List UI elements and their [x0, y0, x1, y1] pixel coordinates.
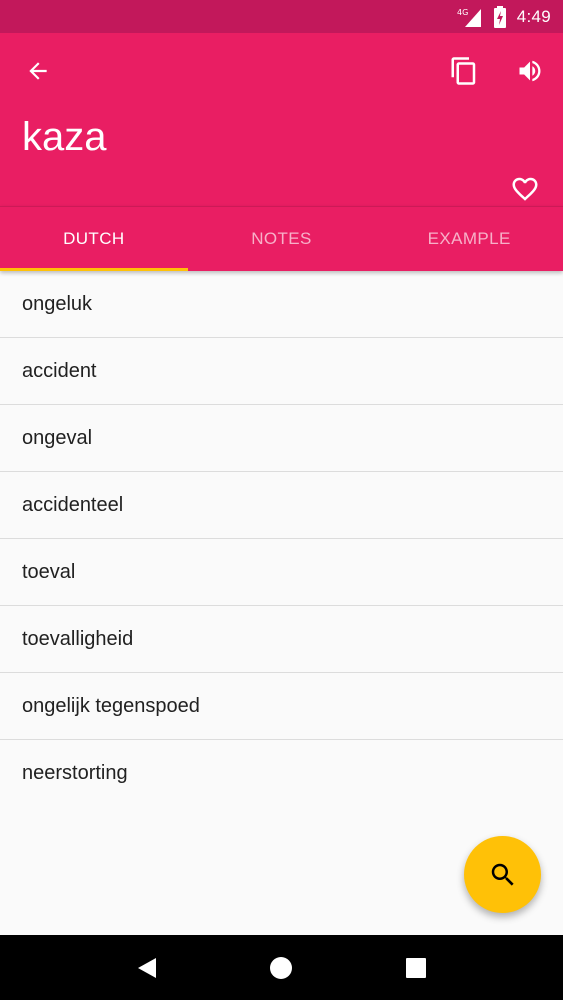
copy-button[interactable]	[446, 53, 482, 89]
list-item[interactable]: accidenteel	[0, 472, 563, 539]
back-button[interactable]	[20, 53, 56, 89]
tab-dutch[interactable]: DUTCH	[0, 207, 188, 271]
svg-text:4G: 4G	[457, 8, 468, 17]
signal-icon: 4G	[457, 6, 483, 28]
system-nav-bar	[0, 935, 563, 1000]
list-item[interactable]: ongeluk	[0, 271, 563, 338]
search-icon	[491, 863, 514, 886]
back-arrow-icon	[29, 62, 47, 80]
status-bar: 4G 4:49	[0, 0, 563, 33]
nav-home-button[interactable]	[261, 948, 301, 988]
nav-recents-button[interactable]	[396, 948, 436, 988]
list-item[interactable]: accident	[0, 338, 563, 405]
tab-label: DUTCH	[63, 229, 125, 248]
favorite-button[interactable]	[507, 171, 543, 207]
tab-example[interactable]: EXAMPLE	[375, 207, 563, 271]
list-item[interactable]: ongeval	[0, 405, 563, 472]
app-bar: kaza	[0, 33, 563, 206]
circle-home-icon	[270, 956, 293, 979]
tab-label: EXAMPLE	[427, 229, 511, 248]
list-item[interactable]: toeval	[0, 539, 563, 606]
heart-outline-icon	[512, 177, 538, 201]
volume-icon	[519, 60, 541, 82]
tab-label: NOTES	[251, 229, 312, 248]
square-recents-icon	[405, 957, 426, 978]
search-fab[interactable]	[464, 836, 541, 913]
tab-indicator	[0, 268, 188, 271]
battery-charging-icon	[493, 5, 507, 28]
triangle-back-icon	[138, 957, 157, 978]
copy-icon	[451, 57, 476, 85]
translation-list: ongeluk accident ongeval accidenteel toe…	[0, 271, 563, 807]
list-item[interactable]: toevalligheid	[0, 606, 563, 673]
word-title: kaza	[22, 115, 107, 159]
nav-back-button[interactable]	[127, 948, 167, 988]
list-item[interactable]: neerstorting	[0, 740, 563, 807]
tab-bar: DUTCH NOTES EXAMPLE	[0, 206, 563, 271]
status-time: 4:49	[516, 6, 551, 26]
tab-notes[interactable]: NOTES	[188, 207, 376, 271]
speak-button[interactable]	[512, 53, 548, 89]
list-item[interactable]: ongelijk tegenspoed	[0, 673, 563, 740]
